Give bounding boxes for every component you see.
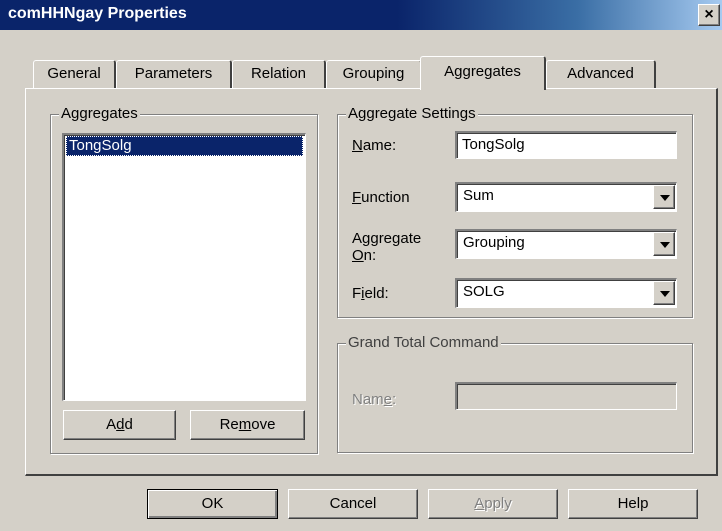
tab-label: General	[47, 65, 101, 82]
name-label: Name:	[352, 137, 397, 154]
title-bar: comHHNgay Properties ×	[0, 0, 722, 30]
close-button[interactable]: ×	[698, 4, 720, 26]
list-item[interactable]: TongSolg	[66, 136, 303, 156]
tab-label: Advanced	[567, 65, 634, 82]
chevron-down-icon[interactable]	[653, 281, 675, 305]
function-select[interactable]: Sum	[455, 182, 677, 212]
aggregate-on-label: Aggregate On:	[352, 230, 422, 264]
field-select[interactable]: SOLG	[455, 278, 677, 308]
tab-parameters[interactable]: Parameters	[116, 60, 232, 88]
tab-advanced[interactable]: Advanced	[546, 60, 656, 88]
tab-relation[interactable]: Relation	[232, 60, 326, 88]
chevron-down-icon[interactable]	[653, 232, 675, 256]
chevron-down-icon[interactable]	[653, 185, 675, 209]
select-value: Sum	[463, 187, 494, 204]
button-label: OK	[201, 495, 224, 512]
tab-label: Grouping	[342, 65, 405, 82]
tab-aggregates[interactable]: Aggregates	[420, 56, 546, 90]
grand-total-name-label: Name:	[352, 391, 397, 408]
select-value: Grouping	[463, 234, 525, 251]
tab-label: Parameters	[134, 65, 213, 82]
button-label: Remove	[219, 416, 276, 433]
aggregate-on-select[interactable]: Grouping	[455, 229, 677, 259]
tab-grouping[interactable]: Grouping	[326, 60, 422, 88]
button-label: Cancel	[329, 495, 377, 512]
ok-button[interactable]: OK	[147, 489, 278, 519]
button-label: Add	[106, 416, 133, 433]
button-label: Apply	[474, 495, 512, 512]
tab-label: Relation	[250, 65, 307, 82]
tab-label: Aggregates	[444, 63, 521, 80]
close-icon: ×	[704, 6, 714, 23]
field-label: Field:	[352, 285, 389, 302]
name-field[interactable]: TongSolg	[455, 131, 677, 159]
function-label: Function	[352, 189, 410, 206]
button-label: Help	[617, 495, 649, 512]
apply-button: Apply	[428, 489, 558, 519]
remove-button[interactable]: Remove	[190, 410, 305, 440]
add-button[interactable]: Add	[63, 410, 176, 440]
tab-general[interactable]: General	[33, 60, 116, 88]
grand-total-name-field	[455, 382, 677, 410]
cancel-button[interactable]: Cancel	[288, 489, 418, 519]
group-title: Aggregates	[59, 105, 140, 123]
help-button[interactable]: Help	[568, 489, 698, 519]
group-title: Grand Total Command	[346, 334, 501, 352]
group-title: Aggregate Settings	[346, 105, 478, 123]
aggregates-list[interactable]: TongSolg	[62, 133, 306, 401]
window-title: comHHNgay Properties	[8, 5, 187, 22]
select-value: SOLG	[463, 283, 505, 300]
